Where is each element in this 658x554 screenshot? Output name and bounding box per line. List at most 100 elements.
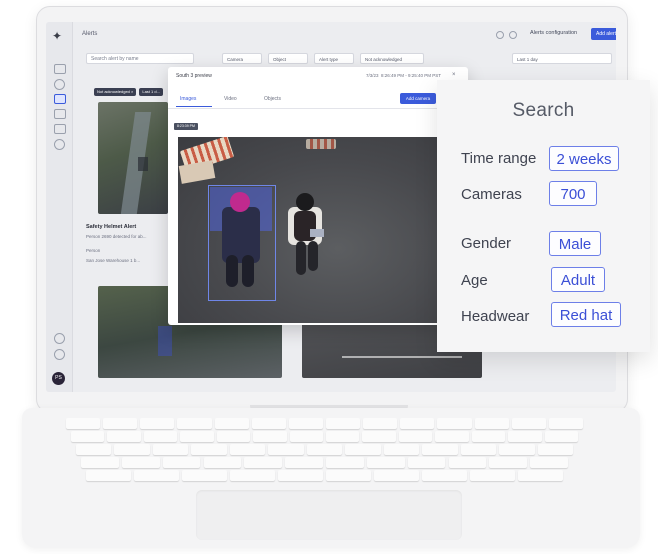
tab-video[interactable]: Video	[224, 96, 237, 102]
keyboard-key	[499, 444, 535, 455]
keyboard-key	[362, 431, 396, 442]
keyboard-key	[326, 431, 360, 442]
keyboard-key	[191, 444, 227, 455]
keyboard-key	[180, 431, 214, 442]
keyboard-key	[81, 457, 119, 468]
keyboard-key	[511, 418, 546, 429]
keyboard-key	[268, 444, 304, 455]
keyboard-key	[203, 457, 242, 468]
age-label: Age	[461, 272, 488, 289]
keyboard-key	[508, 431, 542, 442]
keyboard-key	[251, 418, 286, 429]
settings-icon[interactable]	[54, 139, 65, 150]
keyboard-key	[306, 444, 343, 455]
keyboard-key	[435, 431, 469, 442]
keyboard-key	[366, 457, 405, 468]
keyboard-key	[152, 444, 189, 455]
gender-value[interactable]: Male	[549, 231, 601, 256]
keyboard-key	[103, 418, 138, 429]
info-icon[interactable]	[509, 31, 517, 39]
keyboard-key	[182, 470, 227, 481]
help-icon[interactable]	[54, 333, 65, 344]
keyboard-key	[230, 470, 275, 481]
keyboard-key	[530, 457, 568, 468]
keyboard-key	[400, 418, 435, 429]
keyboard-key	[383, 444, 420, 455]
keyboard-key	[422, 470, 467, 481]
keyboard-key	[544, 431, 578, 442]
gender-label: Gender	[461, 235, 512, 252]
keyboard-key	[177, 418, 212, 429]
chip[interactable]: Not acknowledged ×	[94, 88, 137, 96]
alerts-icon[interactable]	[54, 94, 66, 104]
grid-icon[interactable]	[54, 109, 66, 119]
camera-preview-modal: South 3 preview 7/3/23 8:26:49 PM - 9:25…	[168, 67, 468, 325]
app-logo-icon[interactable]: ✦	[52, 29, 62, 43]
keyboard-key	[363, 418, 398, 429]
alert-location: San Jose Warehouse 1 b...	[86, 258, 141, 263]
keyboard-key	[326, 457, 364, 468]
keyboard-key	[288, 418, 323, 429]
chip[interactable]: Last 1 d...	[139, 88, 163, 96]
refresh-icon[interactable]	[496, 31, 504, 39]
add-alert-button[interactable]: Add alert	[591, 28, 616, 40]
camera-icon[interactable]	[54, 64, 66, 74]
keyboard-key	[114, 444, 150, 455]
search-icon[interactable]	[54, 79, 65, 90]
keyboard-key	[326, 470, 371, 481]
keyboard-key	[107, 431, 141, 442]
timestamp-badge: 8:23:39 PM	[174, 123, 198, 130]
user-icon[interactable]	[54, 349, 65, 360]
tab-images[interactable]: Images	[180, 96, 196, 102]
divider	[168, 108, 468, 109]
keyboard-key	[470, 470, 515, 481]
trackpad	[196, 490, 462, 540]
keyboard-key	[285, 457, 323, 468]
keyboard	[66, 418, 596, 486]
active-chips: Not acknowledged × Last 1 d...	[94, 80, 166, 98]
filter-bar: Search alert by name Camera Object Alert…	[72, 53, 616, 67]
alert-type-filter[interactable]: Alert type	[314, 53, 354, 64]
keyboard-key	[537, 444, 573, 455]
keyboard-key	[407, 457, 446, 468]
alerts-configuration-link[interactable]: Alerts configuration	[530, 30, 577, 36]
camera-frame[interactable]	[178, 137, 468, 323]
keyboard-key	[244, 457, 283, 468]
keyboard-key	[76, 444, 112, 455]
alert-object: Person	[86, 248, 101, 253]
calendar-icon[interactable]	[54, 124, 66, 134]
close-icon[interactable]: ×	[452, 72, 456, 78]
keyboard-key	[71, 431, 105, 442]
page-title: Alerts	[82, 31, 98, 37]
keyboard-key	[278, 470, 323, 481]
date-range-filter[interactable]: Last 1 day	[512, 53, 612, 64]
alert-title: Safety Helmet Alert	[86, 224, 137, 230]
keyboard-key	[471, 431, 506, 442]
keyboard-key	[66, 418, 101, 429]
search-panel: Search Time range 2 weeks Cameras 700 Ge…	[437, 80, 650, 352]
keyboard-key	[216, 431, 251, 442]
object-filter[interactable]: Object	[268, 53, 308, 64]
avatar[interactable]: PS	[52, 372, 65, 385]
cameras-value[interactable]: 700	[549, 181, 597, 206]
keyboard-key	[326, 418, 361, 429]
search-input[interactable]: Search alert by name	[86, 53, 194, 64]
acknowledged-filter[interactable]: Not acknowledged	[360, 53, 424, 64]
keyboard-key	[548, 418, 583, 429]
keyboard-key	[162, 457, 201, 468]
alert-subtitle: Person 2690 detected for ab...	[86, 234, 147, 239]
age-value[interactable]: Adult	[551, 267, 605, 292]
keyboard-key	[448, 457, 487, 468]
alert-thumbnail[interactable]	[98, 102, 168, 214]
detection-box	[208, 185, 276, 301]
tab-objects[interactable]: Objects	[264, 96, 281, 102]
top-bar: Alerts Alerts configuration Add alert	[72, 22, 616, 48]
camera-filter[interactable]: Camera	[222, 53, 262, 64]
keyboard-key	[398, 431, 433, 442]
modal-title: South 3 preview	[176, 73, 212, 79]
keyboard-key	[489, 457, 528, 468]
add-camera-button[interactable]: Add camera	[400, 93, 436, 104]
headwear-value[interactable]: Red hat	[551, 302, 621, 327]
keyboard-key	[374, 470, 419, 481]
time-range-value[interactable]: 2 weeks	[549, 146, 619, 171]
